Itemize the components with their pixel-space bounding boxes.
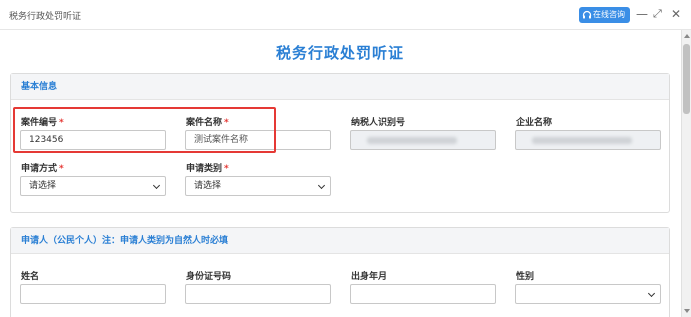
basic-info-heading: 基本信息 (11, 74, 669, 100)
company-name-input (515, 130, 661, 150)
online-consult-label: 在线咨询 (593, 10, 625, 19)
chevron-down-icon (152, 181, 161, 190)
redacted-value (532, 137, 632, 144)
window-title: 税务行政处罚听证 (9, 12, 82, 22)
gender-label: 性别 (516, 272, 535, 282)
required-mark: * (224, 164, 229, 174)
apply-method-label: 申请方式 * (21, 164, 64, 174)
company-name-label: 企业名称 (516, 118, 553, 128)
required-mark: * (59, 164, 64, 174)
maximize-icon[interactable]: ⤢ (653, 6, 662, 22)
vertical-scrollbar[interactable] (681, 30, 691, 317)
scroll-up-icon[interactable] (684, 34, 690, 38)
apply-type-select[interactable]: 请选择 (185, 176, 331, 196)
window-titlebar: 税务行政处罚听证 在线咨询 — ⤢ ✕ (0, 0, 691, 30)
name-label: 姓名 (21, 272, 40, 282)
id-no-label: 身份证号码 (186, 272, 232, 282)
redacted-value (367, 137, 457, 144)
page-title: 税务行政处罚听证 (275, 44, 404, 62)
gender-select[interactable] (515, 284, 661, 304)
chevron-down-icon (647, 289, 656, 298)
apply-type-label: 申请类别 * (186, 164, 229, 174)
taxpayer-id-label: 纳税人识别号 (351, 118, 406, 128)
birth-label: 出身年月 (351, 272, 388, 282)
headset-icon (582, 10, 592, 19)
applicant-heading: 申请人（公民个人）注：申请人类别为自然人时必填 (11, 228, 669, 254)
taxpayer-id-input (350, 130, 496, 150)
name-input[interactable] (20, 284, 166, 304)
birth-input[interactable] (350, 284, 496, 304)
minimize-icon[interactable]: — (636, 6, 648, 22)
id-no-input[interactable] (185, 284, 331, 304)
apply-method-select[interactable]: 请选择 (20, 176, 166, 196)
close-icon[interactable]: ✕ (671, 6, 681, 22)
scrollbar-thumb[interactable] (683, 44, 690, 114)
highlight-box (13, 107, 276, 153)
apply-type-value: 请选择 (194, 181, 222, 191)
apply-method-value: 请选择 (29, 181, 57, 191)
chevron-down-icon (317, 181, 326, 190)
scroll-down-icon[interactable] (684, 309, 690, 313)
online-consult-button[interactable]: 在线咨询 (579, 7, 630, 23)
